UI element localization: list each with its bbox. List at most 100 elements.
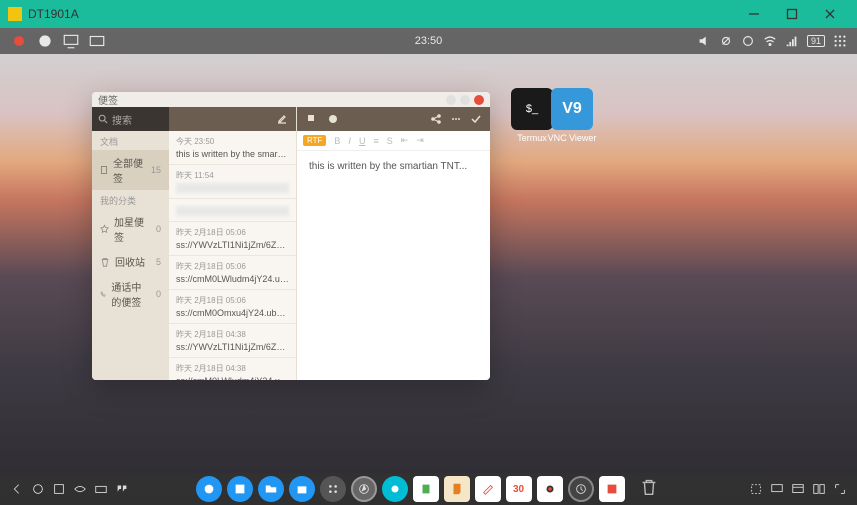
list-item[interactable]: 昨天 11:54	[169, 165, 296, 199]
list-item[interactable]: 昨天 2月18日 05:06 ss://cmM0LWludm4jY24.ub3Jn…	[169, 256, 296, 290]
home-icon[interactable]	[31, 482, 45, 496]
list-item-content	[176, 206, 289, 216]
notes-titlebar[interactable]: 便签	[92, 92, 490, 107]
rtf-badge[interactable]: RTF	[303, 135, 326, 146]
window-icon[interactable]	[791, 482, 805, 496]
maximize-button[interactable]	[773, 0, 811, 28]
minimize-button[interactable]	[735, 0, 773, 28]
signal-icon[interactable]	[785, 34, 799, 48]
android-icon[interactable]	[36, 32, 54, 50]
list-item-content: ss://YWVzLTI1Ni1jZm/6ZUXMERuazY5N	[176, 342, 289, 352]
italic-button[interactable]: I	[348, 136, 351, 146]
sidebar-section: 我的分类	[92, 190, 169, 209]
trash-icon	[100, 257, 110, 267]
dock-calendar[interactable]: 30	[506, 476, 532, 502]
search-input[interactable]: 搜索	[92, 107, 169, 131]
notes-max-button[interactable]	[460, 95, 470, 105]
dock-sticky[interactable]	[444, 476, 470, 502]
wifi-icon[interactable]	[763, 34, 777, 48]
format-bar: RTF B I U ≡ S ⇤ ⇥	[297, 131, 490, 151]
list-item[interactable]: 昨天 2月18日 04:38ss://cmM0LWludm4jY24.ub3Jn…	[169, 358, 296, 380]
notes-editor: RTF B I U ≡ S ⇤ ⇥ this is written by the…	[297, 107, 490, 380]
search-placeholder: 搜索	[112, 112, 132, 127]
strike-button[interactable]: S	[387, 136, 393, 146]
clock: 23:50	[415, 35, 443, 47]
list-item[interactable]	[169, 199, 296, 222]
bold-button[interactable]: B	[334, 136, 340, 146]
list-button[interactable]: ≡	[373, 136, 378, 146]
dock-compass[interactable]	[351, 476, 377, 502]
outdent-button[interactable]: ⇥	[416, 135, 424, 146]
editor-body[interactable]: this is written by the smartian TNT...	[297, 151, 490, 380]
notes-min-button[interactable]	[446, 95, 456, 105]
list-item[interactable]: 昨天 2月18日 05:06ss://cmM0Omxu4jY24.ub3JnfD…	[169, 290, 296, 324]
grid-icon[interactable]	[833, 34, 847, 48]
expand-icon[interactable]	[833, 482, 847, 496]
list-item-time: 昨天 2月18日 05:06	[176, 261, 289, 272]
notes-title: 便签	[98, 92, 118, 107]
dock-mail[interactable]	[382, 476, 408, 502]
list-item-time: 昨天 2月18日 04:38	[176, 329, 289, 340]
input-icon[interactable]	[88, 32, 106, 50]
keyboard-icon[interactable]	[94, 482, 108, 496]
notes-close-button[interactable]	[474, 95, 484, 105]
record-icon[interactable]	[10, 32, 28, 50]
dock-notes[interactable]	[413, 476, 439, 502]
dock-draw[interactable]	[475, 476, 501, 502]
compose-icon[interactable]	[276, 113, 288, 125]
recent-icon[interactable]	[52, 482, 66, 496]
list-item-content: ss://cmM0LWludm4jY24.ub3JnfDNcdEAx0	[176, 274, 289, 284]
dock-camera[interactable]	[537, 476, 563, 502]
list-item[interactable]: 昨天 2月18日 05:06ss://YWVzLTI1Ni1jZm/6ZUXME…	[169, 222, 296, 256]
dock-trash[interactable]	[638, 476, 662, 502]
dock-music[interactable]	[599, 476, 625, 502]
icon-label: Termux	[517, 133, 547, 143]
editor-toolbar	[297, 107, 490, 131]
rotate-icon[interactable]	[741, 34, 755, 48]
close-button[interactable]	[811, 0, 849, 28]
quote-icon[interactable]	[115, 482, 129, 496]
list-item-content: this is written by the smartian TNT...	[176, 149, 289, 159]
vnc-icon: V9	[551, 88, 593, 130]
dock-files[interactable]	[258, 476, 284, 502]
dock-clock[interactable]	[568, 476, 594, 502]
pin-icon[interactable]	[305, 113, 317, 125]
more-icon[interactable]	[450, 113, 462, 125]
app-icon	[8, 7, 22, 21]
notes-list: 今天 23:50 this is written by the smartian …	[169, 107, 297, 380]
underline-button[interactable]: U	[359, 136, 366, 146]
notes-window: 便签 搜索 文档 全部便签15 我的分类 加星便签0 回收站5 通话中的便签0	[92, 92, 490, 380]
list-item[interactable]: 今天 23:50 this is written by the smartian …	[169, 131, 296, 165]
sidebar-item-trash[interactable]: 回收站5	[92, 249, 169, 274]
list-item-time: 今天 23:50	[176, 136, 289, 147]
share-icon[interactable]	[430, 113, 442, 125]
monitor-icon[interactable]	[770, 482, 784, 496]
indent-button[interactable]: ⇤	[401, 135, 409, 146]
desktop-icon-vnc[interactable]: V9 VNC Viewer	[545, 88, 599, 143]
check-icon[interactable]	[470, 113, 482, 125]
sidebar-item-star[interactable]: 加星便签0	[92, 209, 169, 249]
record-icon[interactable]	[327, 113, 339, 125]
dock-settings[interactable]	[320, 476, 346, 502]
volume-icon[interactable]	[697, 34, 711, 48]
cast-icon[interactable]	[62, 32, 80, 50]
dock-browser[interactable]	[196, 476, 222, 502]
sidebar-item-all[interactable]: 全部便签15	[92, 150, 169, 190]
list-item[interactable]: 昨天 2月18日 04:38 ss://YWVzLTI1Ni1jZm/6ZUXME…	[169, 324, 296, 358]
back-icon[interactable]	[10, 482, 24, 496]
list-item-content	[176, 183, 289, 193]
view-icon[interactable]	[73, 482, 87, 496]
desktop[interactable]: 23:50 91 $_ Termux V9 VNC Viewer 便签	[0, 28, 857, 505]
window-title: DT1901A	[28, 7, 79, 21]
list-item-time: 昨天 2月18日 05:06	[176, 227, 289, 238]
dock: 30	[196, 476, 662, 502]
split-icon[interactable]	[812, 482, 826, 496]
dock-store[interactable]	[289, 476, 315, 502]
sidebar-item-call[interactable]: 通话中的便签0	[92, 274, 169, 314]
notes-sidebar: 搜索 文档 全部便签15 我的分类 加星便签0 回收站5 通话中的便签0	[92, 107, 169, 380]
phone-icon	[100, 289, 106, 299]
taskbar: 30	[0, 473, 857, 505]
dnd-icon[interactable]	[719, 34, 733, 48]
capture-icon[interactable]	[749, 482, 763, 496]
dock-gallery[interactable]	[227, 476, 253, 502]
